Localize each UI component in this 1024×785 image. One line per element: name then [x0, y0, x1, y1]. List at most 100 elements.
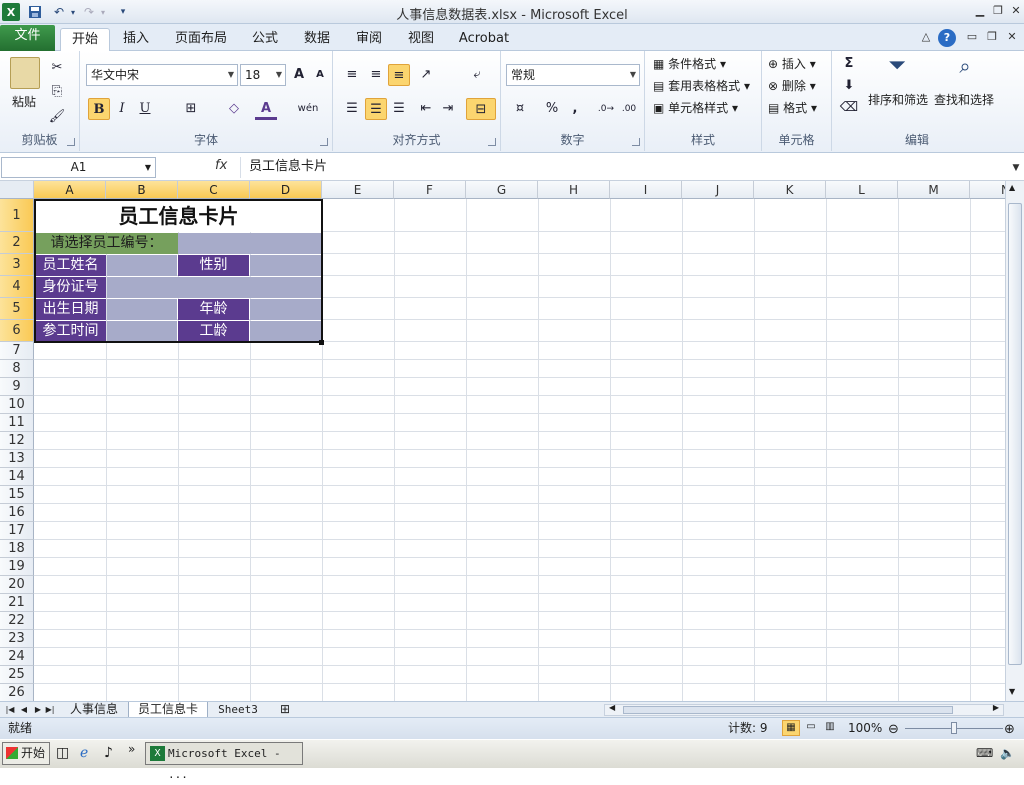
align-left-icon[interactable]: ☰	[341, 98, 363, 120]
font-color-icon[interactable]: A	[255, 98, 277, 120]
grow-font-icon[interactable]: A	[288, 64, 310, 86]
clear-icon[interactable]: ⌫	[838, 97, 860, 119]
minimize-icon[interactable]: ▁	[972, 4, 988, 18]
zoom-level[interactable]: 100%	[848, 718, 882, 738]
row-header-16[interactable]: 16	[0, 504, 34, 522]
tab-formulas[interactable]: 公式	[245, 28, 285, 51]
autosum-icon[interactable]: Σ	[838, 53, 860, 75]
increase-decimal-icon[interactable]: .0→	[595, 98, 617, 120]
alignment-launcher-icon[interactable]	[488, 138, 496, 146]
zoom-in-icon[interactable]: ⊕	[1004, 720, 1015, 740]
start-button[interactable]: 开始	[2, 742, 50, 765]
ie-icon[interactable]: ℯ	[80, 745, 88, 761]
row-header-6[interactable]: 6	[0, 320, 34, 342]
row-header-18[interactable]: 18	[0, 540, 34, 558]
delete-cells-button[interactable]: ⊗ 删除 ▾	[768, 75, 816, 97]
restore-icon[interactable]: ❐	[990, 4, 1006, 18]
comma-button[interactable]: ,	[564, 98, 586, 120]
find-select-button[interactable]: 查找和选择	[934, 89, 994, 111]
tab-insert[interactable]: 插入	[115, 28, 157, 51]
sort-filter-button[interactable]: 排序和筛选	[868, 89, 928, 111]
cut-icon[interactable]: ✂	[46, 57, 68, 79]
shrink-font-icon[interactable]: A	[309, 64, 331, 86]
tab-page-layout[interactable]: 页面布局	[170, 28, 232, 51]
row-header-13[interactable]: 13	[0, 450, 34, 468]
decrease-decimal-icon[interactable]: .00	[618, 98, 640, 120]
row-header-10[interactable]: 10	[0, 396, 34, 414]
column-header-k[interactable]: K	[754, 181, 826, 199]
formula-input[interactable]: 员工信息卡片	[240, 157, 1008, 178]
find-select-icon[interactable]: ⌕	[950, 55, 980, 87]
keyboard-icon[interactable]: ⌨	[976, 746, 993, 760]
align-top-icon[interactable]: ≡	[341, 64, 363, 86]
border-icon[interactable]: ⊞	[180, 98, 202, 120]
column-header-n[interactable]: N	[970, 181, 1005, 199]
align-right-icon[interactable]: ☰	[388, 98, 410, 120]
name-box[interactable]: A1 ▼	[1, 157, 156, 178]
paste-icon[interactable]	[10, 57, 40, 89]
vertical-scrollbar[interactable]: ▲ ▼	[1005, 181, 1024, 701]
horizontal-scrollbar[interactable]: ◀ ▶	[604, 703, 1004, 716]
fill-icon[interactable]: ⬇	[838, 75, 860, 97]
first-sheet-icon[interactable]: |◀	[4, 702, 16, 718]
row-header-22[interactable]: 22	[0, 612, 34, 630]
row-header-26[interactable]: 26	[0, 684, 34, 701]
column-header-h[interactable]: H	[538, 181, 610, 199]
clipboard-launcher-icon[interactable]	[67, 138, 75, 146]
column-header-d[interactable]: D	[250, 181, 322, 199]
increase-indent-icon[interactable]: ⇥	[437, 98, 459, 120]
row-header-5[interactable]: 5	[0, 298, 34, 320]
wrap-text-icon[interactable]: ⤶	[466, 64, 488, 86]
scroll-up-icon[interactable]: ▲	[1009, 183, 1015, 192]
align-center-icon[interactable]: ☰	[365, 98, 387, 120]
tab-review[interactable]: 审阅	[349, 28, 389, 51]
fill-color-icon[interactable]: ◇	[223, 98, 245, 120]
row-header-4[interactable]: 4	[0, 276, 34, 298]
media-icon[interactable]: ♪	[104, 745, 113, 761]
next-sheet-icon[interactable]: ▶	[32, 702, 44, 718]
row-header-3[interactable]: 3	[0, 254, 34, 276]
row-header-24[interactable]: 24	[0, 648, 34, 666]
page-break-view-icon[interactable]: ▥	[821, 720, 839, 736]
insert-function-icon[interactable]: fx	[215, 158, 227, 173]
desktop-icon[interactable]: ◫	[56, 745, 69, 761]
taskbar-excel-item[interactable]: X Microsoft Excel - ...	[145, 742, 303, 781]
last-sheet-icon[interactable]: ▶|	[44, 702, 56, 718]
expand-formula-bar-icon[interactable]: ▼	[1008, 161, 1024, 175]
row-header-7[interactable]: 7	[0, 342, 34, 360]
normal-view-icon[interactable]: ▦	[782, 720, 800, 736]
paste-button[interactable]: 粘贴	[12, 91, 36, 113]
number-format-select[interactable]: 常规 ▼	[506, 64, 640, 86]
workbook-restore-icon[interactable]: ❐	[984, 30, 1000, 44]
row-header-11[interactable]: 11	[0, 414, 34, 432]
underline-button[interactable]: U	[134, 98, 156, 120]
row-header-12[interactable]: 12	[0, 432, 34, 450]
row-header-9[interactable]: 9	[0, 378, 34, 396]
tab-home[interactable]: 开始	[60, 28, 110, 51]
percent-button[interactable]: %	[541, 98, 563, 120]
scroll-left-icon[interactable]: ◀	[609, 703, 615, 712]
tab-view[interactable]: 视图	[401, 28, 441, 51]
fill-handle[interactable]	[319, 340, 324, 345]
copy-icon[interactable]: ⎘	[46, 81, 68, 103]
align-middle-icon[interactable]: ≡	[365, 64, 387, 86]
font-launcher-icon[interactable]	[320, 138, 328, 146]
format-as-table-button[interactable]: ▤ 套用表格格式 ▾	[653, 75, 750, 97]
workbook-minimize-icon[interactable]: ▭	[964, 30, 980, 44]
column-header-b[interactable]: B	[106, 181, 178, 199]
row-header-17[interactable]: 17	[0, 522, 34, 540]
row-header-19[interactable]: 19	[0, 558, 34, 576]
column-header-c[interactable]: C	[178, 181, 250, 199]
horizontal-scroll-thumb[interactable]	[623, 706, 953, 714]
close-icon[interactable]: ✕	[1008, 4, 1024, 18]
column-header-g[interactable]: G	[466, 181, 538, 199]
column-header-m[interactable]: M	[898, 181, 970, 199]
help-icon[interactable]: ?	[938, 29, 956, 47]
row-header-2[interactable]: 2	[0, 232, 34, 254]
column-header-e[interactable]: E	[322, 181, 394, 199]
insert-cells-button[interactable]: ⊕ 插入 ▾	[768, 53, 816, 75]
row-header-14[interactable]: 14	[0, 468, 34, 486]
volume-icon[interactable]: 🔈	[1000, 746, 1015, 760]
sheet-tab-active[interactable]: 员工信息卡	[128, 702, 208, 718]
sheet-tab[interactable]: Sheet3	[212, 702, 264, 718]
